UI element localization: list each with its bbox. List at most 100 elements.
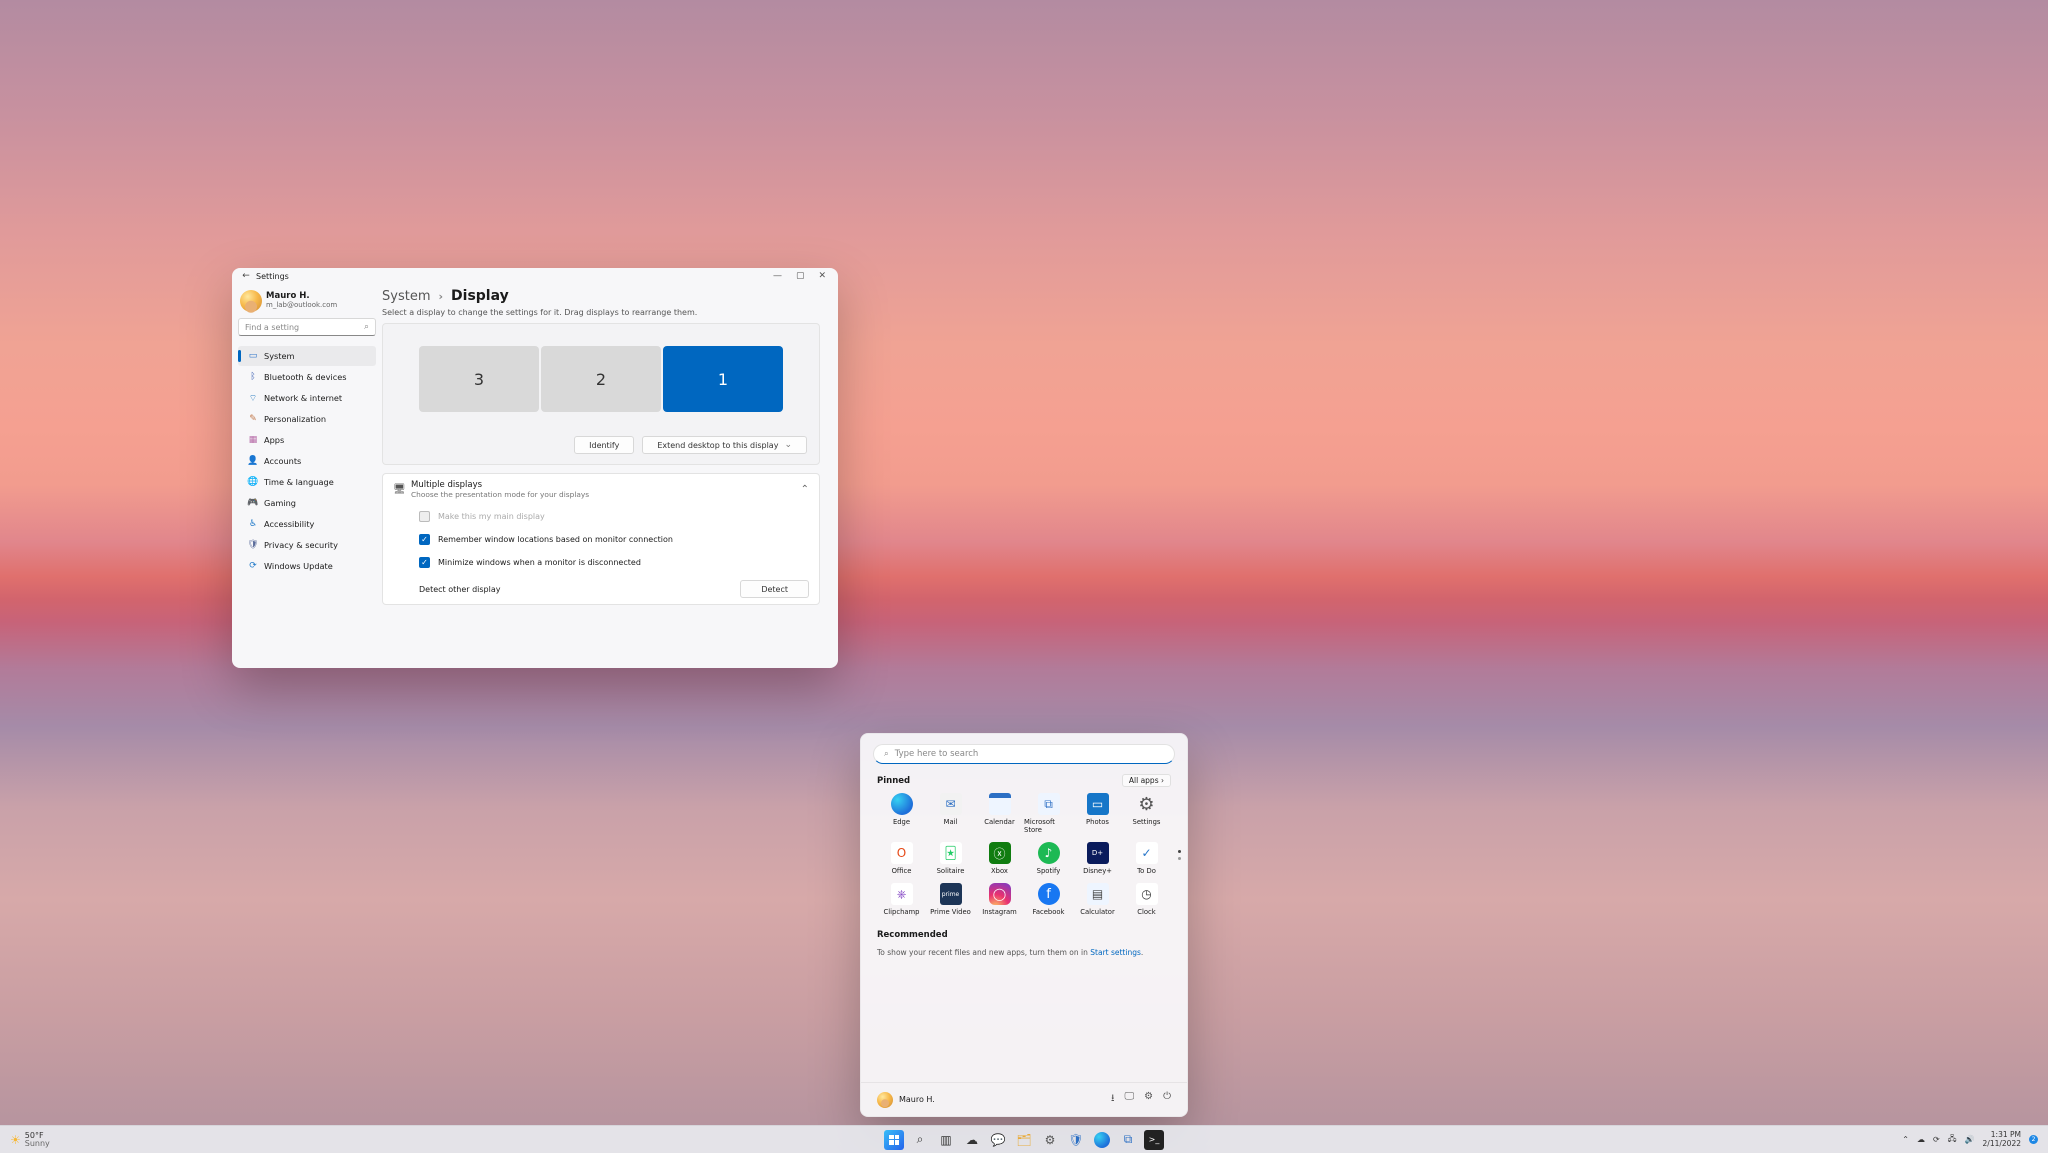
onedrive-icon[interactable]: ☁ [1917,1135,1925,1144]
tile-facebook[interactable]: fFacebook [1024,883,1073,916]
identify-button[interactable]: Identify [574,436,634,454]
card-desc: Choose the presentation mode for your di… [411,490,801,499]
tile-disney[interactable]: D+Disney+ [1073,842,1122,875]
page-description: Select a display to change the settings … [382,308,820,317]
volume-icon[interactable]: 🔊 [1965,1135,1975,1144]
nav-accessibility[interactable]: ♿ Accessibility [238,514,376,534]
tile-xbox[interactable]: ⓧXbox [975,842,1024,875]
titlebar: ← Settings — ▢ ✕ [232,268,838,284]
tile-calculator[interactable]: ▤Calculator [1073,883,1122,916]
close-button[interactable]: ✕ [818,271,826,281]
bluetooth-icon: ᛒ [246,372,260,382]
update-icon: ⟳ [246,561,260,571]
user-profile[interactable]: Mauro H. m_lab@outlook.com [238,288,376,318]
tile-mail[interactable]: ✉Mail [926,793,975,834]
tile-prime-video[interactable]: primePrime Video [926,883,975,916]
edge-taskbar[interactable] [1092,1130,1112,1150]
breadcrumb-root[interactable]: System [382,289,430,304]
store-taskbar[interactable]: ⧉ [1118,1130,1138,1150]
tile-spotify[interactable]: ♪Spotify [1024,842,1073,875]
minimize-button[interactable]: — [773,271,782,281]
pinned-label: Pinned [877,776,910,786]
update-icon[interactable]: ⟳ [1933,1135,1940,1144]
security-button[interactable]: 🛡 [1066,1130,1086,1150]
nav-system[interactable]: ▭ System [238,346,376,366]
settings-taskbar[interactable]: ⚙ [1040,1130,1060,1150]
multiple-displays-header[interactable]: 🖥 Multiple displays Choose the presentat… [383,474,819,505]
back-button[interactable]: ← [236,271,256,281]
weather-widget[interactable]: ☀ 50°F Sunny [0,1132,160,1148]
footer-user-name[interactable]: Mauro H. [899,1095,935,1104]
start-footer: Mauro H. ⭳ 🖵 ⚙ ⏻ [861,1082,1187,1116]
remember-checkbox[interactable]: ✓ [419,534,430,545]
make-main-checkbox [419,511,430,522]
tile-store[interactable]: ⧉Microsoft Store [1024,793,1073,834]
explorer-button[interactable]: 🗂 [1014,1130,1034,1150]
network-icon[interactable]: 🖧 [1948,1133,1957,1147]
maximize-button[interactable]: ▢ [796,271,805,281]
remember-locations-row[interactable]: ✓ Remember window locations based on mon… [383,528,819,551]
terminal-taskbar[interactable]: >_ [1144,1130,1164,1150]
tile-office[interactable]: OOffice [877,842,926,875]
nav-time-language[interactable]: 🌐 Time & language [238,472,376,492]
tile-todo[interactable]: ✓To Do [1122,842,1171,875]
tile-calendar[interactable]: Calendar [975,793,1024,834]
tile-edge[interactable]: Edge [877,793,926,834]
tile-photos[interactable]: ▭Photos [1073,793,1122,834]
start-search[interactable]: ⌕ Type here to search [873,744,1175,764]
tile-settings[interactable]: ⚙Settings [1122,793,1171,834]
clock[interactable]: 1:31 PM 2/11/2022 [1983,1131,2021,1148]
nav-windows-update[interactable]: ⟳ Windows Update [238,556,376,576]
avatar [240,290,262,312]
user-email: m_lab@outlook.com [266,301,337,310]
start-button[interactable] [884,1130,904,1150]
nav-accounts[interactable]: 👤 Accounts [238,451,376,471]
photos-icon: ▭ [1087,793,1109,815]
power-icon[interactable]: ⏻ [1163,1091,1171,1108]
chevron-right-icon: › [438,290,443,303]
tile-clipchamp[interactable]: ⎈Clipchamp [877,883,926,916]
widgets-button[interactable]: ☁ [962,1130,982,1150]
monitor-icon[interactable]: 🖵 [1124,1091,1134,1108]
tile-solitaire[interactable]: 🃏Solitaire [926,842,975,875]
all-apps-button[interactable]: All apps [1122,774,1171,787]
notification-badge[interactable]: 2 [2029,1135,2038,1144]
monitor-3[interactable]: 3 [419,346,539,412]
edge-icon [891,793,913,815]
wifi-icon: ⌔ [246,393,260,404]
tile-instagram[interactable]: ◯Instagram [975,883,1024,916]
tile-clock[interactable]: ◷Clock [1122,883,1171,916]
prime-icon: prime [940,883,962,905]
nav-privacy[interactable]: 🛡 Privacy & security [238,535,376,555]
monitor-2[interactable]: 2 [541,346,661,412]
minimize-on-disconnect-row[interactable]: ✓ Minimize windows when a monitor is dis… [383,551,819,574]
chat-button[interactable]: 💬 [988,1130,1008,1150]
search-icon: ⌕ [884,749,889,759]
spotify-icon: ♪ [1038,842,1060,864]
search-input[interactable]: Find a setting ⌕ [238,318,376,336]
tray-chevron[interactable]: ⌃ [1902,1135,1909,1144]
gear-icon[interactable]: ⚙ [1144,1091,1153,1108]
detect-label: Detect other display [419,585,500,594]
task-view-button[interactable]: ▥ [936,1130,956,1150]
user-name: Mauro H. [266,292,337,301]
detect-button[interactable]: Detect [740,580,809,598]
monitor-1[interactable]: 1 [663,346,783,412]
recommended-label: Recommended [877,930,948,940]
minimize-label: Minimize windows when a monitor is disco… [438,558,641,567]
nav-gaming[interactable]: 🎮 Gaming [238,493,376,513]
minimize-checkbox[interactable]: ✓ [419,557,430,568]
nav-bluetooth[interactable]: ᛒ Bluetooth & devices [238,367,376,387]
download-icon[interactable]: ⭳ [1111,1091,1115,1108]
start-settings-link[interactable]: Start settings [1090,948,1141,957]
accessibility-icon: ♿ [246,519,260,529]
avatar[interactable] [877,1092,893,1108]
extend-dropdown[interactable]: Extend desktop to this display [642,436,807,454]
display-arrangement[interactable]: 3 2 1 Identify Extend desktop to this di… [382,323,820,465]
start-search-placeholder: Type here to search [895,749,979,759]
nav-personalization[interactable]: ✎ Personalization [238,409,376,429]
nav-network[interactable]: ⌔ Network & internet [238,388,376,408]
search-button[interactable]: ⌕ [910,1130,930,1150]
nav-apps[interactable]: ▦ Apps [238,430,376,450]
pager[interactable] [1178,850,1181,860]
